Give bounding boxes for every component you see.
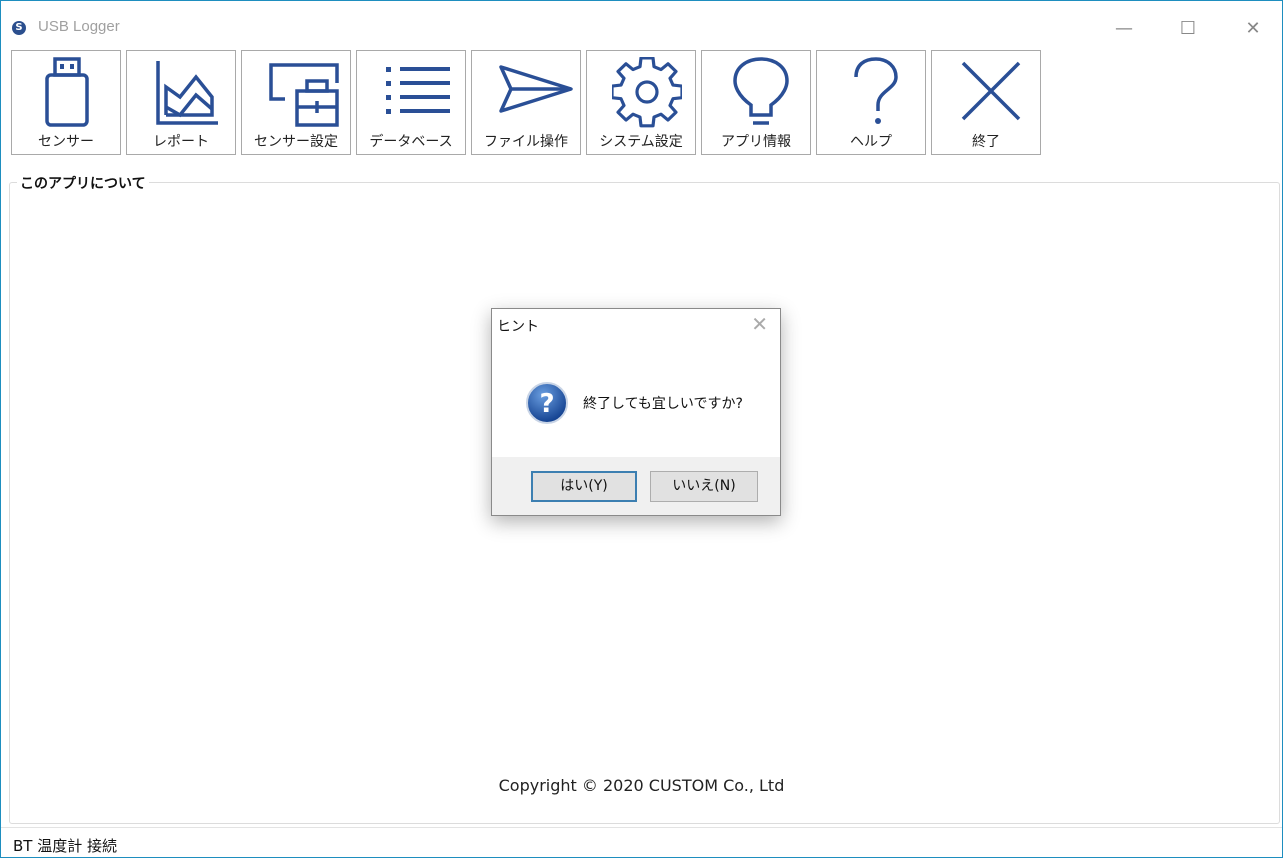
confirm-dialog: ヒント ✕ ? 終了しても宜しいですか? はい(Y) いいえ(N) xyxy=(491,308,781,516)
close-x-icon xyxy=(961,61,1021,121)
paper-plane-icon xyxy=(499,65,573,113)
window-settings-icon xyxy=(269,63,339,127)
list-icon xyxy=(386,67,450,114)
title-bar: S USB Logger — ☐ ✕ xyxy=(1,1,1282,47)
database-button[interactable]: データベース xyxy=(356,50,466,155)
exit-button[interactable]: 終了 xyxy=(931,50,1041,155)
question-icon-glyph: ? xyxy=(539,389,554,419)
close-button[interactable]: ✕ xyxy=(1230,11,1276,47)
sensor-button[interactable]: センサー xyxy=(11,50,121,155)
dialog-message: 終了しても宜しいですか? xyxy=(583,396,743,412)
gear-icon xyxy=(612,57,682,128)
dialog-title: ヒント xyxy=(497,319,539,335)
sensor-settings-button-label: センサー設定 xyxy=(254,134,338,150)
window-title: USB Logger xyxy=(38,18,120,35)
report-button-label: レポート xyxy=(153,134,209,150)
yes-button[interactable]: はい(Y) xyxy=(531,471,637,502)
app-info-button[interactable]: アプリ情報 xyxy=(701,50,811,155)
area-chart-icon xyxy=(156,61,218,125)
copyright-text: Copyright © 2020 CUSTOM Co., Ltd xyxy=(498,776,785,795)
file-operation-button[interactable]: ファイル操作 xyxy=(471,50,581,155)
main-window: S USB Logger — ☐ ✕ センサー レポート センサー設定 データベ… xyxy=(0,0,1283,858)
help-button-label: ヘルプ xyxy=(850,134,892,150)
help-button[interactable]: ヘルプ xyxy=(816,50,926,155)
database-button-label: データベース xyxy=(369,134,453,150)
file-operation-button-label: ファイル操作 xyxy=(484,134,568,150)
minimize-button[interactable]: — xyxy=(1101,11,1147,47)
sensor-settings-button[interactable]: センサー設定 xyxy=(241,50,351,155)
status-bar: BT 温度計 接続 xyxy=(1,827,1282,857)
report-button[interactable]: レポート xyxy=(126,50,236,155)
app-info-button-label: アプリ情報 xyxy=(721,134,791,150)
maximize-button[interactable]: ☐ xyxy=(1165,11,1211,47)
question-icon: ? xyxy=(526,382,568,424)
system-settings-button-label: システム設定 xyxy=(599,134,683,150)
sensor-button-label: センサー xyxy=(38,134,94,150)
about-group-title: このアプリについて xyxy=(17,173,149,193)
lightbulb-icon xyxy=(733,57,789,125)
usb-drive-icon xyxy=(45,57,89,127)
question-mark-icon xyxy=(854,57,898,124)
system-settings-button[interactable]: システム設定 xyxy=(586,50,696,155)
no-button[interactable]: いいえ(N) xyxy=(650,471,758,502)
exit-button-label: 終了 xyxy=(972,134,1000,150)
status-text: BT 温度計 接続 xyxy=(13,837,117,855)
dialog-close-button[interactable]: ✕ xyxy=(751,312,768,336)
app-icon: S xyxy=(12,21,26,35)
